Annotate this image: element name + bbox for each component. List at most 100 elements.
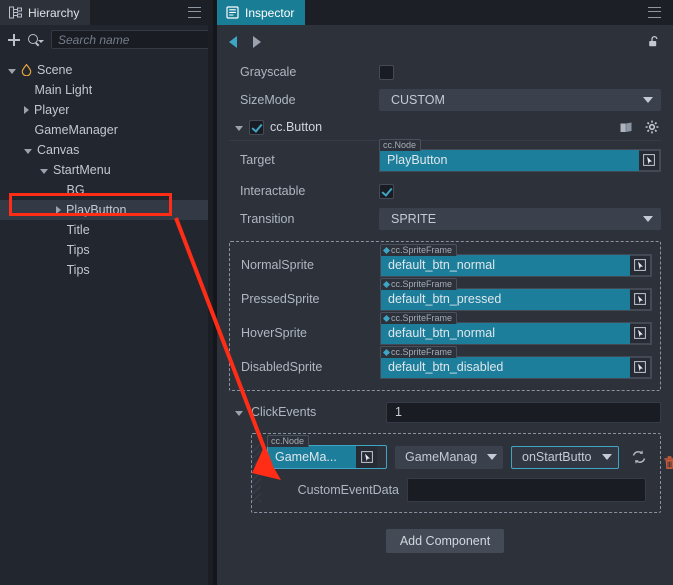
hierarchy-menu-button[interactable] [183, 0, 213, 25]
hoversprite-type-tag: cc.SpriteFrame [380, 312, 457, 324]
tree-item-label: Main Light [35, 83, 93, 97]
sizemode-field: CUSTOM [379, 89, 661, 111]
arrow-left-icon[interactable] [229, 36, 237, 48]
node-picker-icon [643, 154, 655, 166]
add-component-wrap: Add Component [229, 529, 661, 553]
transition-dropdown[interactable]: SPRITE [379, 208, 661, 230]
drag-handle[interactable] [252, 444, 261, 502]
hoversprite-asset-outer[interactable]: default_btn_normal [380, 322, 652, 345]
normalsprite-asset-outer[interactable]: default_btn_normal [380, 254, 652, 277]
book-icon[interactable] [619, 121, 633, 134]
sizemode-value: CUSTOM [391, 93, 643, 107]
plus-icon [7, 33, 21, 47]
target-asset-outer[interactable]: PlayButton [379, 149, 661, 172]
grayscale-checkbox[interactable] [379, 65, 394, 80]
pressedsprite-asset-outer[interactable]: default_btn_pressed [380, 288, 652, 311]
clickevents-collapse-triangle-icon[interactable] [235, 411, 243, 416]
property-row-normalsprite: NormalSpritecc.SpriteFramedefault_btn_no… [234, 248, 652, 282]
click-event-entry: cc.Node GameMa... [251, 433, 661, 513]
tree-item-player[interactable]: Player [0, 100, 213, 120]
add-component-button[interactable]: Add Component [386, 529, 504, 553]
gear-icon[interactable] [645, 120, 659, 134]
hoversprite-field: cc.SpriteFramedefault_btn_normal [380, 322, 652, 345]
disabledsprite-picker-button[interactable] [630, 357, 651, 378]
tree-item-title[interactable]: Title [0, 220, 213, 240]
tree-item-label: Canvas [37, 143, 79, 157]
collapse-triangle-icon[interactable] [235, 126, 243, 131]
search-input[interactable] [51, 30, 213, 49]
disabledsprite-type-label: cc.SpriteFrame [391, 347, 452, 358]
disabledsprite-value[interactable]: default_btn_disabled [381, 357, 630, 378]
lock-open-icon[interactable] [648, 35, 661, 48]
normalsprite-value[interactable]: default_btn_normal [381, 255, 630, 276]
tree-item-tips[interactable]: Tips [0, 260, 213, 280]
disabledsprite-asset-outer[interactable]: default_btn_disabled [380, 356, 652, 379]
disabledsprite-asset-wrap: cc.SpriteFramedefault_btn_disabled [380, 356, 652, 379]
hierarchy-tabbar: Hierarchy [0, 0, 213, 25]
normalsprite-type-tag: cc.SpriteFrame [380, 244, 457, 256]
component-enabled-checkbox[interactable] [249, 120, 264, 135]
target-value[interactable]: PlayButton [380, 150, 639, 171]
hoversprite-picker-button[interactable] [630, 323, 651, 344]
event-refresh-button[interactable] [631, 449, 647, 465]
collapse-triangle-icon[interactable] [40, 169, 48, 174]
spriteframe-dot-icon [383, 314, 390, 321]
tree-item-scene[interactable]: Scene [0, 60, 213, 80]
hierarchy-tree: Scene Main Light PlayerGameManager Canvas St… [0, 54, 213, 280]
spriteframe-dot-icon [383, 246, 390, 253]
event-node-field[interactable]: cc.Node GameMa... [267, 445, 387, 469]
spriteframe-dot-icon [383, 280, 390, 287]
custom-event-data-input[interactable] [407, 478, 646, 502]
tree-item-playbutton[interactable]: PlayButton [0, 200, 213, 220]
hoversprite-value[interactable]: default_btn_normal [381, 323, 630, 344]
collapse-triangle-icon[interactable] [8, 69, 16, 74]
tree-item-startmenu[interactable]: StartMenu [0, 160, 213, 180]
tree-item-main-light[interactable]: Main Light [0, 80, 213, 100]
tree-item-bg[interactable]: BG [0, 180, 213, 200]
hierarchy-panel: Hierarchy [0, 0, 213, 585]
search-filter-button[interactable] [28, 33, 44, 47]
tree-item-label: PlayButton [66, 203, 126, 217]
interactable-field [379, 184, 661, 199]
pressedsprite-asset-wrap: cc.SpriteFramedefault_btn_pressed [380, 288, 652, 311]
node-picker-icon [634, 327, 646, 339]
event-component-value: GameManag [405, 450, 484, 464]
event-node-picker-button[interactable] [356, 446, 377, 468]
event-node-type-label: cc.Node [271, 436, 304, 447]
hoversprite-label: HoverSprite [234, 326, 380, 340]
event-delete-button[interactable] [663, 455, 673, 470]
sizemode-dropdown[interactable]: CUSTOM [379, 89, 661, 111]
normalsprite-picker-button[interactable] [630, 255, 651, 276]
inspector-menu-button[interactable] [643, 0, 673, 25]
component-header-ccbutton: cc.Button [229, 114, 661, 141]
sprite-states-group: NormalSpritecc.SpriteFramedefault_btn_no… [229, 241, 661, 391]
scene-icon [21, 64, 32, 76]
pressedsprite-value[interactable]: default_btn_pressed [381, 289, 630, 310]
tree-item-canvas[interactable]: Canvas [0, 140, 213, 160]
property-row-target: Target cc.Node PlayButton [229, 143, 661, 177]
pressedsprite-type-label: cc.SpriteFrame [391, 279, 452, 290]
event-handler-dropdown[interactable]: onStartButto [511, 446, 619, 469]
tree-item-gamemanager[interactable]: GameManager [0, 120, 213, 140]
tab-hierarchy[interactable]: Hierarchy [0, 0, 90, 25]
target-type-label: cc.Node [383, 140, 416, 151]
clickevents-count[interactable]: 1 [386, 402, 661, 423]
target-picker-button[interactable] [639, 150, 660, 171]
add-node-button[interactable] [7, 33, 21, 47]
event-component-dropdown[interactable]: GameManag [395, 446, 503, 469]
expand-triangle-icon[interactable] [56, 206, 61, 214]
search-icon [28, 33, 44, 47]
interactable-checkbox[interactable] [379, 184, 394, 199]
event-node-value[interactable]: GameMa... [268, 446, 356, 468]
pressedsprite-picker-button[interactable] [630, 289, 651, 310]
normalsprite-type-label: cc.SpriteFrame [391, 245, 452, 256]
tab-inspector[interactable]: Inspector [217, 0, 305, 25]
inspector-navbar [217, 25, 673, 58]
click-event-line-1: cc.Node GameMa... [267, 444, 673, 470]
arrow-right-icon[interactable] [253, 36, 261, 48]
tree-item-tips[interactable]: Tips [0, 240, 213, 260]
expand-triangle-icon[interactable] [24, 106, 29, 114]
property-row-sizemode: SizeMode CUSTOM [229, 86, 661, 114]
tree-item-label: Tips [67, 263, 90, 277]
collapse-triangle-icon[interactable] [24, 149, 32, 154]
